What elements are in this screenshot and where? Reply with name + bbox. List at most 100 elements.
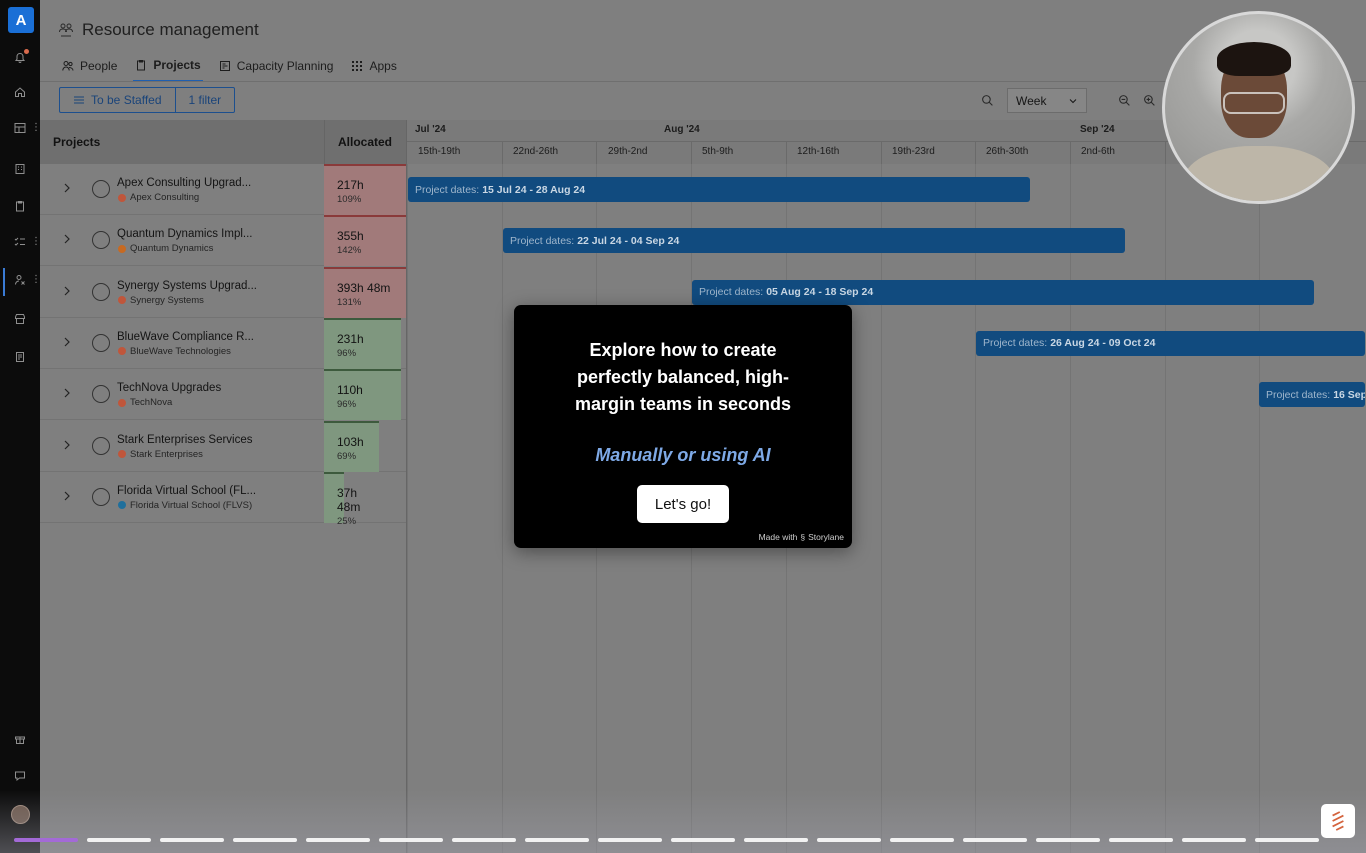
progress-step[interactable]	[1182, 838, 1246, 842]
progress-step[interactable]	[452, 838, 516, 842]
progress-step[interactable]	[233, 838, 297, 842]
clipboard-icon[interactable]	[13, 199, 27, 213]
progress-step[interactable]	[598, 838, 662, 842]
progress-step[interactable]	[963, 838, 1027, 842]
checklist-icon[interactable]	[13, 235, 27, 249]
progress-step[interactable]	[817, 838, 881, 842]
zoom-out-icon[interactable]	[1118, 88, 1131, 113]
project-date-bar[interactable]: Project dates: 15 Jul 24 - 28 Aug 24	[408, 177, 1030, 202]
chevron-right-icon[interactable]	[62, 439, 72, 451]
status-circle[interactable]	[92, 231, 110, 250]
project-name[interactable]: BlueWave Compliance R...	[117, 331, 254, 343]
client-name: Stark Enterprises	[118, 449, 203, 460]
zoom-in-icon[interactable]	[1143, 88, 1156, 113]
filter-count-label: 1 filter	[188, 93, 222, 107]
client-color-dot	[118, 501, 126, 510]
project-name[interactable]: TechNova Upgrades	[117, 382, 221, 394]
tab-projects[interactable]: Projects	[133, 56, 203, 82]
chevron-right-icon[interactable]	[62, 285, 72, 297]
page-title: Resource management	[58, 20, 259, 40]
client-name: Synergy Systems	[118, 295, 204, 306]
invoice-icon[interactable]	[13, 350, 27, 364]
week-label: 5th-9th	[702, 146, 734, 157]
app-logo[interactable]: A	[8, 7, 34, 33]
gift-icon[interactable]	[13, 732, 27, 746]
table-row[interactable]: Apex Consulting Upgrad... Apex Consulting…	[40, 164, 406, 215]
allocated-column-header: Allocated	[324, 120, 406, 164]
project-date-bar[interactable]: Project dates: 05 Aug 24 - 18 Sep 24	[692, 279, 1314, 305]
resource-icon[interactable]	[13, 273, 27, 287]
progress-step[interactable]	[306, 838, 370, 842]
status-circle[interactable]	[92, 180, 110, 198]
week-label: 22nd-26th	[513, 146, 559, 157]
allocation-cell: 103h 69%	[324, 420, 379, 472]
made-with-text: Made with	[758, 532, 798, 542]
filter-count-button[interactable]: 1 filter	[174, 88, 235, 112]
project-name[interactable]: Synergy Systems Upgrad...	[117, 280, 257, 292]
project-date-bar[interactable]: Project dates: 16 Sep	[1259, 382, 1365, 408]
home-icon[interactable]	[13, 85, 27, 99]
tab-capacity-planning[interactable]: Capacity Planning	[217, 56, 336, 82]
search-icon[interactable]	[981, 88, 994, 113]
progress-step[interactable]	[379, 838, 443, 842]
status-circle[interactable]	[92, 436, 110, 455]
tab-people[interactable]: People	[60, 56, 119, 82]
chevron-right-icon[interactable]	[62, 490, 72, 502]
client-name-text: TechNova	[130, 397, 173, 409]
table-row[interactable]: Florida Virtual School (FL... Florida Vir…	[40, 471, 406, 527]
table-row[interactable]: TechNova Upgrades TechNova 110h 96%	[40, 369, 406, 421]
table-row[interactable]: Quantum Dynamics Impl... Quantum Dynamics…	[40, 215, 406, 267]
week-label: 15th-19th	[418, 146, 461, 157]
progress-step[interactable]	[890, 838, 954, 842]
week-divider	[596, 141, 598, 164]
progress-step[interactable]	[744, 838, 808, 842]
project-name[interactable]: Florida Virtual School (FL...	[117, 485, 256, 497]
status-circle[interactable]	[92, 385, 110, 404]
table-row[interactable]: Synergy Systems Upgrad... Synergy Systems…	[40, 266, 406, 318]
week-label: 2nd-6th	[1081, 146, 1115, 157]
view-filter-button[interactable]: To be Staffed	[60, 88, 175, 112]
chevron-right-icon[interactable]	[62, 387, 72, 399]
dashboard-icon[interactable]	[13, 121, 27, 135]
project-name[interactable]: Quantum Dynamics Impl...	[117, 228, 252, 240]
scale-select[interactable]: Week	[1007, 88, 1087, 113]
building-icon[interactable]	[13, 162, 27, 176]
made-with-storylane[interactable]: Made with § Storylane	[759, 532, 844, 542]
bar-label: Project dates:	[983, 337, 1048, 350]
table-row[interactable]: Stark Enterprises Services Stark Enterpri…	[40, 420, 406, 472]
modal-heading-line: perfectly balanced, high-	[576, 367, 790, 387]
status-circle[interactable]	[92, 333, 110, 352]
clipboard-icon	[137, 60, 146, 71]
project-name[interactable]: Stark Enterprises Services	[117, 434, 253, 446]
tab-apps[interactable]: Apps	[349, 56, 398, 82]
progress-step[interactable]	[1109, 838, 1173, 842]
progress-step[interactable]	[14, 838, 78, 842]
client-color-dot	[118, 244, 126, 253]
progress-step[interactable]	[160, 838, 224, 842]
progress-step[interactable]	[1036, 838, 1100, 842]
project-name[interactable]: Apex Consulting Upgrad...	[117, 177, 251, 189]
status-circle[interactable]	[92, 487, 110, 506]
month-label: Sep '24	[1080, 124, 1115, 135]
storylane-logo-button[interactable]	[1321, 804, 1355, 838]
project-date-bar[interactable]: Project dates: 22 Jul 24 - 04 Sep 24	[503, 228, 1125, 254]
progress-step[interactable]	[87, 838, 151, 842]
store-icon[interactable]	[13, 312, 27, 326]
chat-icon[interactable]	[13, 769, 27, 783]
progress-step[interactable]	[671, 838, 735, 842]
progress-step[interactable]	[525, 838, 589, 842]
progress-step[interactable]	[1255, 838, 1319, 842]
user-avatar[interactable]	[11, 805, 30, 824]
project-date-bar[interactable]: Project dates: 26 Aug 24 - 09 Oct 24	[976, 330, 1365, 356]
brand-text: Storylane	[808, 532, 844, 542]
table-row[interactable]: BlueWave Compliance R... BlueWave Technol…	[40, 317, 406, 369]
tab-bar: People Projects Capacity Planning Apps	[60, 56, 399, 82]
grid-line	[407, 164, 408, 853]
chevron-right-icon[interactable]	[62, 336, 72, 348]
status-circle[interactable]	[92, 282, 110, 301]
chevron-right-icon[interactable]	[62, 182, 72, 194]
month-label: Aug '24	[664, 124, 700, 135]
lets-go-button[interactable]: Let's go!	[637, 485, 729, 523]
bar-dates: 05 Aug 24 - 18 Sep 24	[766, 286, 874, 299]
chevron-right-icon[interactable]	[62, 233, 72, 245]
